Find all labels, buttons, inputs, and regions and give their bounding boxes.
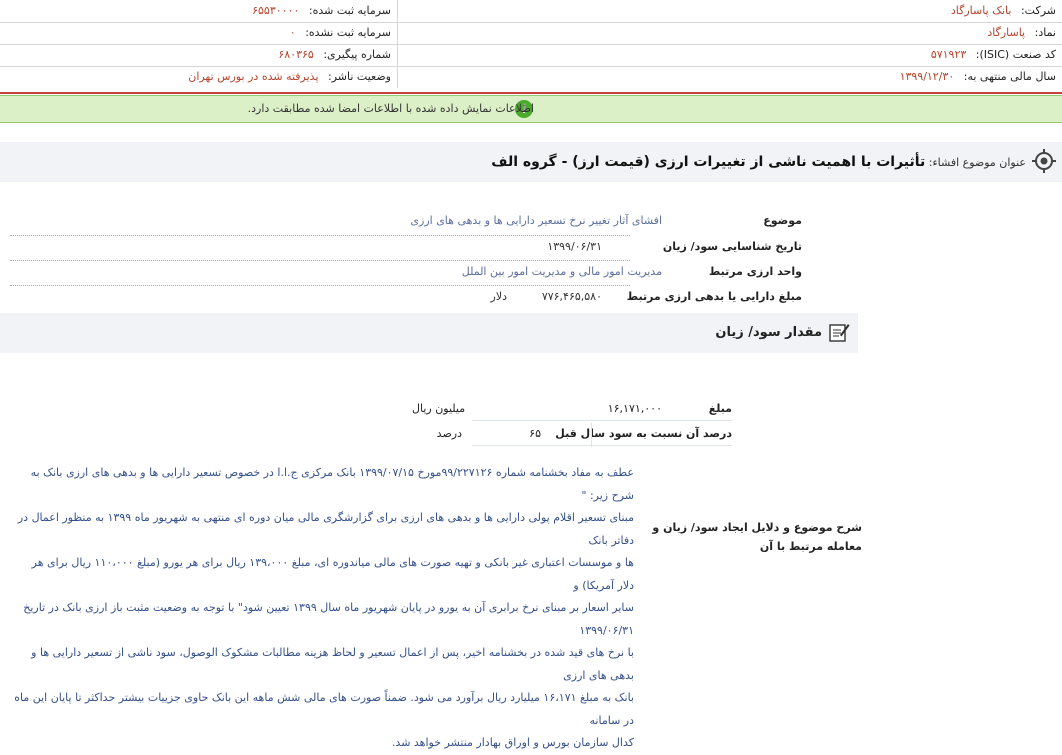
target-icon <box>1032 149 1056 173</box>
topic-row: موضوع افشای آثار تغییر نرخ تسعیر دارایی … <box>0 210 1062 232</box>
profit-loss-section-header: مقدار سود/ زیان <box>0 313 858 353</box>
description-line: کدال سازمان بورس و اوراق بهادار منتشر خو… <box>391 736 634 749</box>
notice-text: اطلاعات نمایش داده شده با اطلاعات امضا ش… <box>247 102 534 115</box>
tracking-value: ۶۸۰۳۶۵ <box>278 48 314 61</box>
profit-amount-label: مبلغ <box>708 402 732 415</box>
symbol-label: نماد: <box>1034 26 1056 39</box>
symbol-row: نماد: پاسارگاد <box>397 22 1062 45</box>
description-line: با نرخ های قید شده در بخشنامه اخیر، پس ا… <box>31 646 634 682</box>
publisher-status-value: پذیرفته شده در بورس تهران <box>188 70 319 83</box>
company-row: شرکت: بانک پاسارگاد <box>397 0 1062 23</box>
topic-value: افشای آثار تغییر نرخ تسعیر دارایی ها و ب… <box>410 214 662 227</box>
date-row: تاریخ شناسایی سود/ زیان ۱۳۹۹/۰۶/۳۱ <box>0 236 1062 258</box>
profit-percent-value: ۶۵ <box>529 427 541 440</box>
description-line: مبنای تسعیر اقلام پولی دارایی ها و بدهی … <box>17 511 634 547</box>
disclosure-title-bar: عنوان موضوع افشاء: تأثیرات با اهمیت ناشی… <box>0 142 1062 182</box>
amount-value: ۷۷۶,۴۶۵,۵۸۰ <box>541 290 602 303</box>
profit-amount-row: مبلغ ۱۶,۱۷۱,۰۰۰ میلیون ریال <box>412 398 732 421</box>
disclosure-subject-label: عنوان موضوع افشاء: <box>928 156 1026 169</box>
topic-label: موضوع <box>763 214 802 227</box>
signature-match-notice: i اطلاعات نمایش داده شده با اطلاعات امضا… <box>0 95 1062 123</box>
amount-row: مبلغ دارایی یا بدهی ارزی مرتبط ۷۷۶,۴۶۵,۵… <box>0 286 1062 308</box>
profit-amount-unit: میلیون ریال <box>412 402 466 415</box>
registered-capital-label: سرمایه ثبت شده: <box>308 4 391 17</box>
profit-percent-unit: درصد <box>436 427 462 440</box>
isic-value: ۵۷۱۹۲۳ <box>930 48 967 61</box>
isic-row: کد صنعت (ISIC): ۵۷۱۹۲۳ <box>397 44 1062 67</box>
edit-note-icon <box>829 324 850 342</box>
publisher-status-label: وضعیت ناشر: <box>328 70 391 83</box>
description-line: عطف به مفاد بخشنامه شماره ۹۹/۲۲۷۱۲۶مورخ … <box>30 466 634 502</box>
company-value[interactable]: بانک پاسارگاد <box>951 4 1012 17</box>
profit-loss-title: مقدار سود/ زیان <box>715 325 822 340</box>
isic-label: کد صنعت (ISIC): <box>975 48 1056 61</box>
unregistered-capital-value: ۰ <box>289 26 296 39</box>
disclosure-subject-value: تأثیرات با اهمیت ناشی از تغییرات ارزی (ق… <box>491 154 926 170</box>
date-value: ۱۳۹۹/۰۶/۳۱ <box>547 240 602 253</box>
unit-label: واحد ارزی مرتبط <box>708 265 802 278</box>
fiscal-value: ۱۳۹۹/۱۲/۳۰ <box>899 70 955 83</box>
disclosure-subject: عنوان موضوع افشاء: تأثیرات با اهمیت ناشی… <box>491 154 1026 170</box>
description-label: شرح موضوع و دلایل ایجاد سود/ زیان و معام… <box>652 521 862 553</box>
symbol-value[interactable]: پاسارگاد <box>987 26 1025 39</box>
fiscal-label: سال مالی منتهی به: <box>963 70 1056 83</box>
profit-amount-value: ۱۶,۱۷۱,۰۰۰ <box>607 402 662 415</box>
unit-value: مدیریت امور مالی و مدیریت امور بین الملل <box>461 265 662 278</box>
registered-capital-value: ۶۵۵۳۰۰۰۰ <box>252 4 300 17</box>
company-info-header: شرکت: بانک پاسارگاد سرمایه ثبت شده: ۶۵۵۳… <box>0 0 1062 94</box>
profit-percent-cell: ۶۵ <box>471 423 592 447</box>
description-line: بانک به مبلغ ۱۶،۱۷۱ میلیارد ریال برآورد … <box>14 691 634 727</box>
amount-label: مبلغ دارایی یا بدهی ارزی مرتبط <box>626 290 802 303</box>
tracking-label: شماره پیگیری: <box>323 48 391 61</box>
date-label: تاریخ شناسایی سود/ زیان <box>662 240 802 253</box>
fiscal-row: سال مالی منتهی به: ۱۳۹۹/۱۲/۳۰ <box>397 66 1062 88</box>
company-label: شرکت: <box>1020 4 1056 17</box>
description-line: سایر اسعار بر مبنای نرخ برابری آن به یور… <box>23 601 634 637</box>
registered-capital-row: سرمایه ثبت شده: ۶۵۵۳۰۰۰۰ <box>0 0 397 23</box>
publisher-status-row: وضعیت ناشر: پذیرفته شده در بورس تهران <box>0 66 397 88</box>
tracking-row: شماره پیگیری: ۶۸۰۳۶۵ <box>0 44 397 67</box>
unregistered-capital-label: سرمایه ثبت نشده: <box>305 26 391 39</box>
description-line: ها و موسسات اعتباری غیر بانکی و تهیه صور… <box>31 556 634 592</box>
amount-currency: دلار <box>490 290 507 303</box>
unregistered-capital-row: سرمایه ثبت نشده: ۰ <box>0 22 397 45</box>
unit-row: واحد ارزی مرتبط مدیریت امور مالی و مدیری… <box>0 261 1062 283</box>
description-text: عطف به مفاد بخشنامه شماره ۹۹/۲۲۷۱۲۶مورخ … <box>12 462 634 755</box>
